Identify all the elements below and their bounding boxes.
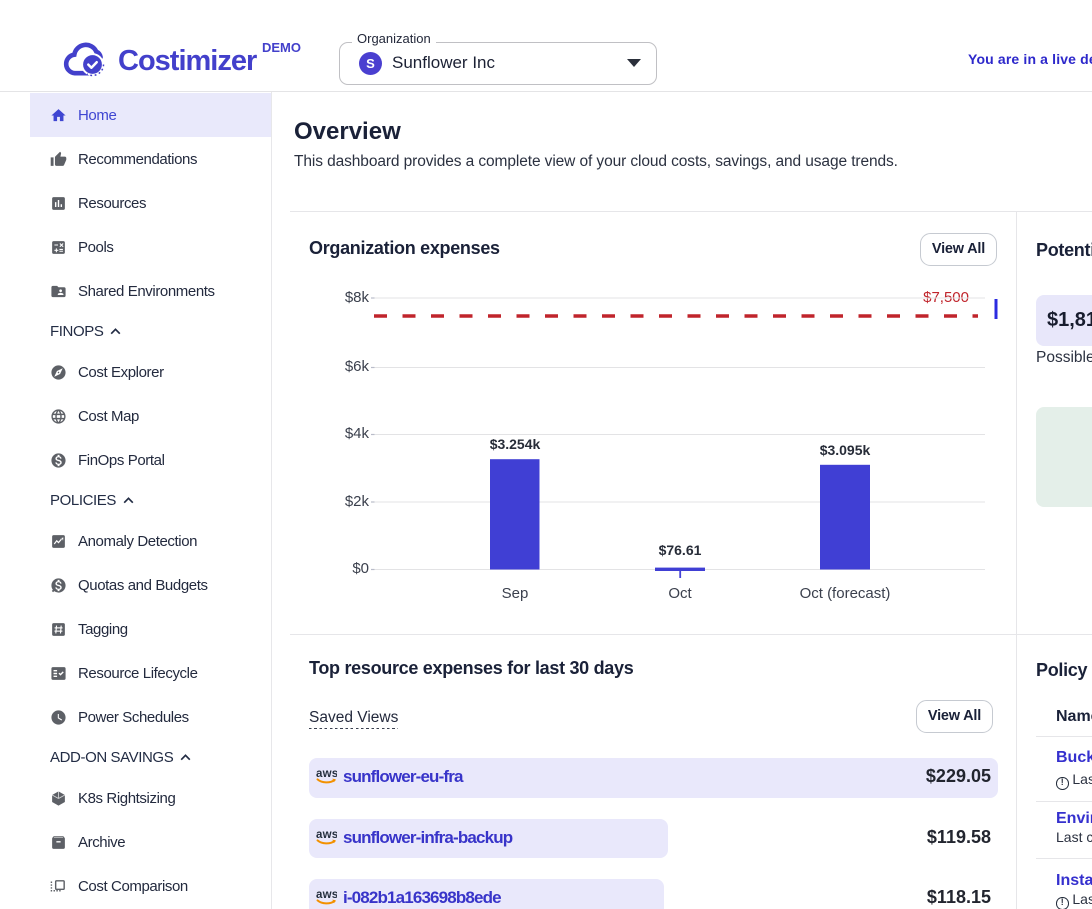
svg-text:aws: aws — [316, 889, 337, 901]
svg-text:aws: aws — [316, 768, 337, 780]
svg-text:aws: aws — [316, 829, 337, 841]
